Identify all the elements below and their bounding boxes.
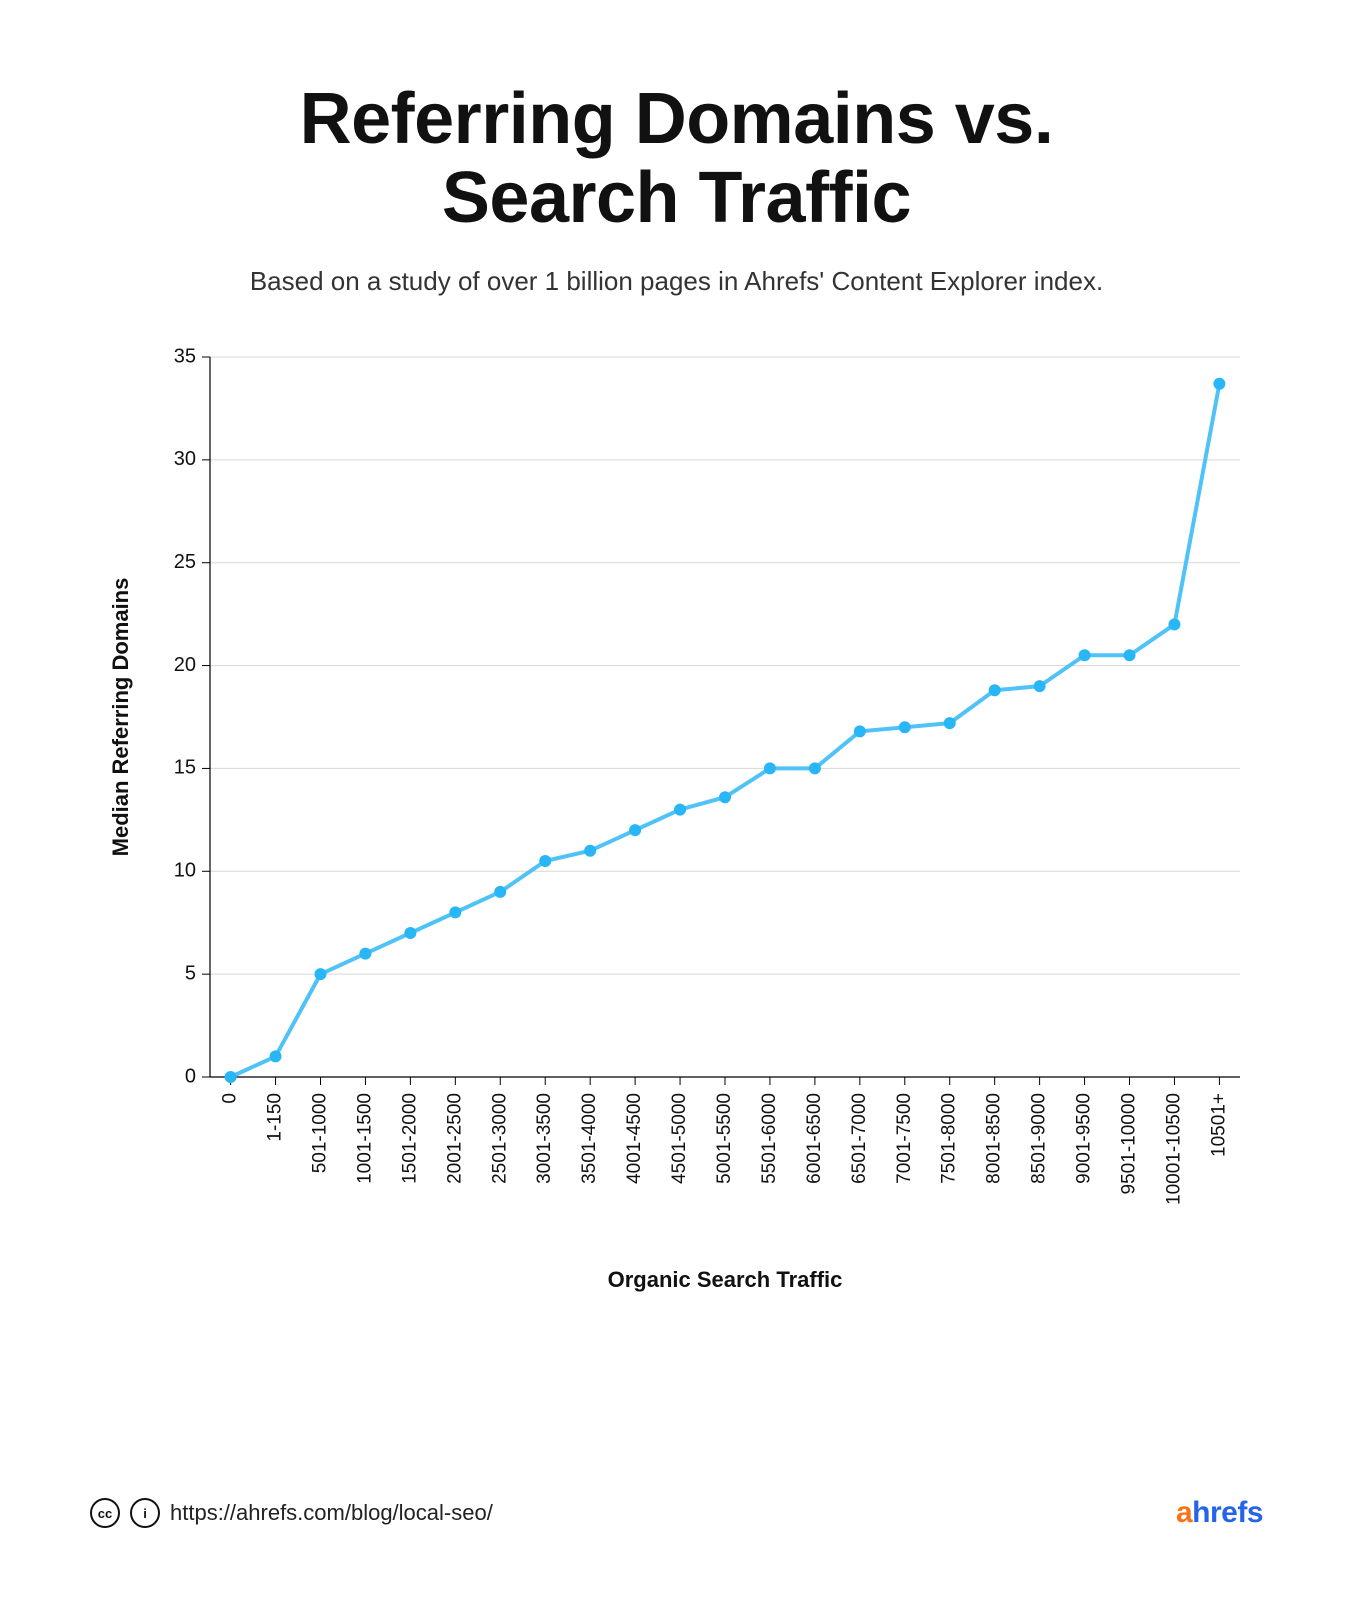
cc-icon: cc [90,1498,120,1528]
x-tick-label: 8001-8500 [984,1093,1005,1184]
data-point [1079,650,1091,662]
y-tick-label: 5 [185,963,196,985]
x-tick-label: 7001-7500 [894,1093,915,1184]
x-tick-label: 10501+ [1208,1093,1229,1157]
x-tick-label: 7501-8000 [939,1093,960,1184]
footer-left: cc i https://ahrefs.com/blog/local-seo/ [90,1498,493,1528]
x-tick-label: 1001-1500 [354,1093,375,1184]
data-point [854,726,866,738]
x-tick-label: 9001-9500 [1074,1093,1095,1184]
data-point [1034,681,1046,693]
x-tick-label: 3001-3500 [534,1093,555,1184]
data-point [494,886,506,898]
footer: cc i https://ahrefs.com/blog/local-seo/ … [90,1480,1263,1530]
data-point [404,927,416,939]
x-tick-label: 0 [220,1093,241,1104]
ahrefs-logo: ahrefs [1176,1496,1263,1530]
data-point [764,763,776,775]
data-point [899,722,911,734]
x-tick-label: 1501-2000 [399,1093,420,1184]
chart-container: 0 5 10 15 20 25 30 35 0 1-150 501-1000 1001-1500 150… [90,337,1263,1480]
data-point [449,907,461,919]
x-tick-label: 4501-5000 [669,1093,690,1184]
x-tick-label: 6501-7000 [849,1093,870,1184]
data-point [225,1071,237,1083]
data-point [674,804,686,816]
data-point [1213,378,1225,390]
x-tick-label: 4001-4500 [624,1093,645,1184]
data-point [1124,650,1136,662]
data-point [359,948,371,960]
x-tick-label: 2501-3000 [489,1093,510,1184]
data-point [944,718,956,730]
y-tick-label: 0 [185,1066,196,1088]
data-point [989,685,1001,697]
data-point [1168,619,1180,631]
y-tick-label: 25 [174,551,196,573]
chart-subtitle: Based on a study of over 1 billion pages… [90,266,1263,297]
source-url: https://ahrefs.com/blog/local-seo/ [170,1500,493,1526]
x-tick-label: 9501-10000 [1119,1093,1140,1194]
chart-page: Referring Domains vs. Search Traffic Bas… [0,0,1353,1600]
x-tick-label: 10001-10500 [1163,1093,1184,1205]
data-point [314,969,326,981]
y-tick-label: 10 [174,860,196,882]
series-line [231,384,1220,1077]
x-tick-label: 501-1000 [310,1093,331,1173]
y-tick-label: 30 [174,449,196,471]
x-tick-label: 5501-6000 [759,1093,780,1184]
data-point [809,763,821,775]
x-tick-label: 1-150 [265,1093,286,1142]
y-tick-label: 20 [174,654,196,676]
attribution-icon: i [130,1498,160,1528]
brand-a: a [1176,1496,1192,1529]
y-tick-label: 35 [174,346,196,368]
data-point [584,845,596,857]
title-line-2: Search Traffic [442,158,911,238]
data-point [270,1051,282,1063]
data-point [539,855,551,867]
title-line-1: Referring Domains vs. [300,79,1054,159]
y-tick-label: 15 [174,757,196,779]
x-tick-label: 3501-4000 [579,1093,600,1184]
line-chart: 0 5 10 15 20 25 30 35 0 1-150 501-1000 1001-1500 150… [90,337,1263,1367]
x-tick-label: 6001-6500 [804,1093,825,1184]
brand-hrefs: hrefs [1192,1496,1263,1529]
x-tick-label: 5001-5500 [714,1093,735,1184]
x-tick-label: 8501-9000 [1029,1093,1050,1184]
x-tick-label: 2001-2500 [444,1093,465,1184]
y-axis-title: Median Referring Domains [108,578,133,857]
data-point [629,825,641,837]
chart-title: Referring Domains vs. Search Traffic [90,80,1263,238]
data-point [719,792,731,804]
x-axis-title: Organic Search Traffic [608,1267,843,1292]
